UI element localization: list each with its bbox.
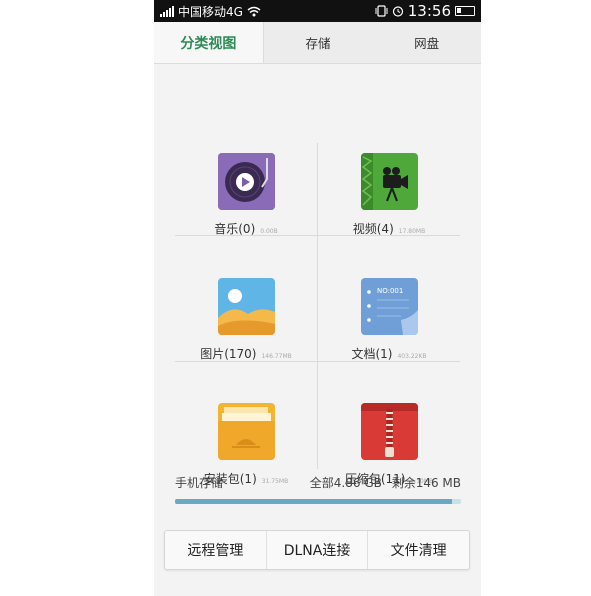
- tab-cloud-disk[interactable]: 网盘: [372, 22, 481, 63]
- phone-storage-section: 手机存储 全部4.86 GB 剩余146 MB: [175, 474, 461, 504]
- clock: 13:56: [407, 2, 451, 20]
- music-icon: [217, 153, 275, 210]
- package-icon: [217, 403, 275, 460]
- bottom-action-bar: 远程管理 DLNA连接 文件清理: [164, 530, 470, 570]
- category-size: 17.80MB: [398, 228, 426, 235]
- category-video[interactable]: 视频(4) 17.80MB: [318, 153, 460, 237]
- signal-icon: [160, 5, 174, 17]
- storage-usage-fill: [175, 499, 453, 504]
- category-size: 146.77MB: [261, 353, 292, 360]
- category-grid: 音乐(0) 0.00B 视频(4) 17.80MB 图片(170) 146.77…: [175, 121, 460, 486]
- category-label: 视频(4): [352, 222, 394, 236]
- tab-category-view[interactable]: 分类视图: [154, 22, 264, 63]
- tab-storage[interactable]: 存储: [264, 22, 373, 63]
- video-icon: [360, 153, 418, 210]
- status-bar: 中国移动4G 13:56: [154, 0, 481, 22]
- wifi-icon: [247, 6, 261, 16]
- document-icon: NO:001: [360, 278, 418, 335]
- storage-summary: 全部4.86 GB 剩余146 MB: [310, 474, 461, 491]
- svg-text:NO:001: NO:001: [377, 287, 403, 295]
- alarm-icon: [392, 6, 403, 17]
- carrier-label: 中国移动4G: [178, 4, 243, 19]
- storage-total: 全部4.86 GB: [309, 476, 382, 490]
- category-label: 图片(170): [200, 347, 257, 361]
- category-label: 文档(1): [351, 347, 393, 361]
- category-size: 403.22KB: [397, 353, 427, 360]
- file-cleanup-button[interactable]: 文件清理: [368, 531, 469, 569]
- archive-icon: [360, 403, 418, 460]
- storage-remaining: 剩余146 MB: [391, 476, 461, 490]
- category-music[interactable]: 音乐(0) 0.00B: [175, 153, 317, 237]
- picture-icon: [217, 278, 275, 335]
- category-label: 音乐(0): [214, 222, 256, 236]
- battery-icon: [455, 6, 475, 16]
- tab-bar: 分类视图 存储 网盘: [154, 22, 481, 64]
- remote-management-button[interactable]: 远程管理: [165, 531, 267, 569]
- category-size: 0.00B: [260, 228, 278, 235]
- category-documents[interactable]: NO:001 文档(1) 403.22KB: [318, 278, 460, 362]
- dlna-connect-button[interactable]: DLNA连接: [267, 531, 369, 569]
- vibrate-icon: [375, 5, 388, 17]
- phone-screen: 中国移动4G 13:56 分类视图 存储 网盘 音乐(0) 0.00B 视频(4…: [154, 0, 481, 596]
- storage-label: 手机存储: [175, 476, 224, 490]
- category-pictures[interactable]: 图片(170) 146.77MB: [175, 278, 317, 362]
- storage-usage-bar: [175, 499, 461, 504]
